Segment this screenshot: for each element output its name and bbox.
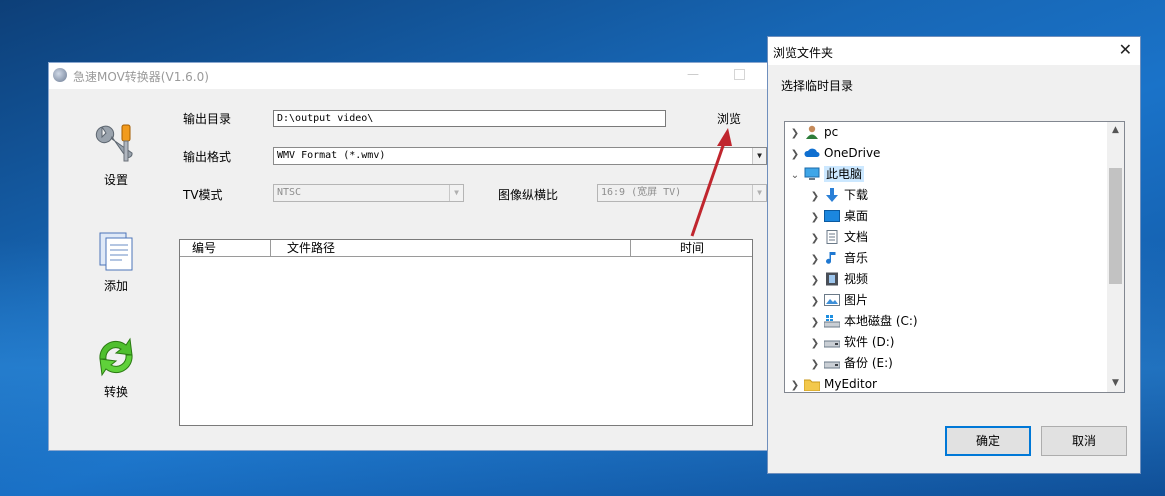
chevron-right-icon[interactable]: ❯ xyxy=(809,270,821,291)
convert-arrows-icon xyxy=(92,333,140,381)
convert-label: 转换 xyxy=(103,385,128,399)
tree-item-pc[interactable]: ❯ pc xyxy=(789,122,838,143)
tree-item-desktop[interactable]: ❯ 桌面 xyxy=(809,206,868,227)
tree-item-label: 软件 (D:) xyxy=(844,335,895,349)
chevron-down-icon[interactable]: ⌄ xyxy=(789,165,801,186)
add-button[interactable]: 添加 xyxy=(82,227,150,294)
tree-item-downloads[interactable]: ❯ 下载 xyxy=(809,185,868,206)
window-title: 急速MOV转换器(V1.6.0) xyxy=(73,70,209,84)
computer-icon xyxy=(804,167,820,181)
user-icon xyxy=(804,125,820,139)
output-format-label: 输出格式 xyxy=(183,150,232,164)
chevron-down-icon[interactable]: ▼ xyxy=(449,185,463,201)
mov-converter-window: 急速MOV转换器(V1.6.0) — 设置 添加 转换 输出目录 D:\outp… xyxy=(48,62,769,451)
tree-item-pictures[interactable]: ❯ 图片 xyxy=(809,290,868,311)
tree-item-label: 桌面 xyxy=(844,209,869,223)
tree-item-label: 备份 (E:) xyxy=(844,356,893,370)
tree-item-label: pc xyxy=(824,125,839,139)
system-drive-icon xyxy=(823,314,841,328)
browse-button[interactable]: 浏览 xyxy=(717,110,741,127)
chevron-right-icon[interactable]: ❯ xyxy=(809,354,821,375)
output-format-value: WMV Format (*.wmv) xyxy=(277,150,386,161)
tree-item-label: 文档 xyxy=(844,230,869,244)
tree-item-videos[interactable]: ❯ 视频 xyxy=(809,269,868,290)
tv-mode-value: NTSC xyxy=(277,187,302,198)
folder-tree[interactable]: ❯ pc ❯ OneDrive ⌄ 此电脑 ❯ 下载 ❯ 桌面 ❯ 文档 ❯ 音乐 ❯ 视频 ❯… xyxy=(784,121,1125,393)
cloud-icon xyxy=(804,146,820,160)
tree-item-label: MyEditor xyxy=(824,377,877,391)
tree-item-label: OneDrive xyxy=(824,146,881,160)
aspect-ratio-select[interactable]: 16:9 (宽屏 TV) ▼ xyxy=(597,184,767,202)
tree-item-onedrive[interactable]: ❯ OneDrive xyxy=(789,143,881,165)
ok-button[interactable]: 确定 xyxy=(945,426,1031,456)
dialog-title-bar[interactable]: 浏览文件夹 ✕ xyxy=(768,37,1140,65)
tree-scrollbar[interactable]: ▲ ▼ xyxy=(1107,122,1124,392)
chevron-down-icon[interactable]: ▼ xyxy=(752,185,766,201)
chevron-right-icon[interactable]: ❯ xyxy=(789,123,801,144)
desktop-icon xyxy=(824,209,840,223)
tree-item-label: 下载 xyxy=(844,188,869,202)
column-number[interactable]: 编号 xyxy=(180,240,271,256)
column-time[interactable]: 时间 xyxy=(631,240,753,256)
settings-label: 设置 xyxy=(103,173,128,187)
dialog-description: 选择临时目录 xyxy=(781,79,854,93)
folder-icon xyxy=(803,377,821,391)
tree-item-documents[interactable]: ❯ 文档 xyxy=(809,227,868,248)
chevron-right-icon[interactable]: ❯ xyxy=(809,249,821,270)
dialog-title: 浏览文件夹 xyxy=(773,46,834,60)
maximize-button[interactable] xyxy=(732,67,746,81)
settings-button[interactable]: 设置 xyxy=(82,121,150,188)
file-list-header: 编号 文件路径 时间 xyxy=(180,240,752,257)
tree-item-label: 视频 xyxy=(844,272,869,286)
tools-icon xyxy=(92,121,140,169)
documents-icon xyxy=(92,227,140,275)
tree-item-myeditor[interactable]: ❯ MyEditor xyxy=(789,374,877,392)
chevron-right-icon[interactable]: ❯ xyxy=(789,375,801,392)
picture-icon xyxy=(824,293,840,307)
aspect-ratio-value: 16:9 (宽屏 TV) xyxy=(601,187,682,198)
minimize-button[interactable]: — xyxy=(686,67,700,81)
output-dir-label: 输出目录 xyxy=(183,112,232,126)
chevron-down-icon[interactable]: ▼ xyxy=(752,148,766,164)
tree-item-label: 图片 xyxy=(844,293,869,307)
column-file-path[interactable]: 文件路径 xyxy=(271,240,631,256)
chevron-right-icon[interactable]: ❯ xyxy=(809,228,821,249)
drive-icon xyxy=(823,335,841,349)
video-icon xyxy=(824,272,840,286)
close-icon[interactable]: ✕ xyxy=(1119,41,1132,59)
aspect-ratio-label: 图像纵横比 xyxy=(498,188,559,202)
chevron-right-icon[interactable]: ❯ xyxy=(809,291,821,312)
output-format-select[interactable]: WMV Format (*.wmv) ▼ xyxy=(273,147,767,165)
tree-item-label: 本地磁盘 (C:) xyxy=(844,314,918,328)
chevron-right-icon[interactable]: ❯ xyxy=(809,333,821,354)
tv-mode-select[interactable]: NTSC ▼ xyxy=(273,184,464,202)
chevron-right-icon[interactable]: ❯ xyxy=(809,312,821,333)
scrollbar-thumb[interactable] xyxy=(1109,168,1122,284)
download-icon xyxy=(824,187,840,202)
scroll-down-icon[interactable]: ▼ xyxy=(1107,375,1124,392)
browse-folder-dialog: 浏览文件夹 ✕ 选择临时目录 ❯ pc ❯ OneDrive ⌄ 此电脑 ❯ 下载 ❯ 桌… xyxy=(767,36,1141,474)
tree-item-label: 此电脑 xyxy=(824,166,865,182)
output-dir-field[interactable]: D:\output video\ xyxy=(273,110,666,127)
tv-mode-label: TV模式 xyxy=(183,188,223,202)
add-label: 添加 xyxy=(103,279,128,293)
music-icon xyxy=(824,251,840,265)
title-bar[interactable]: 急速MOV转换器(V1.6.0) — xyxy=(49,63,768,89)
convert-button[interactable]: 转换 xyxy=(82,333,150,400)
app-icon xyxy=(53,68,67,82)
tree-item-this-pc[interactable]: ⌄ 此电脑 xyxy=(789,164,865,186)
chevron-right-icon[interactable]: ❯ xyxy=(809,207,821,228)
tree-item-label: 音乐 xyxy=(844,251,869,265)
tree-item-drive-c[interactable]: ❯ 本地磁盘 (C:) xyxy=(809,311,918,332)
tree-item-music[interactable]: ❯ 音乐 xyxy=(809,248,868,269)
chevron-right-icon[interactable]: ❯ xyxy=(809,186,821,207)
document-icon xyxy=(824,229,840,244)
tree-item-drive-d[interactable]: ❯ 软件 (D:) xyxy=(809,332,895,354)
drive-icon xyxy=(823,356,841,370)
file-list[interactable]: 编号 文件路径 时间 xyxy=(179,239,753,426)
chevron-right-icon[interactable]: ❯ xyxy=(789,144,801,165)
tree-item-drive-e[interactable]: ❯ 备份 (E:) xyxy=(809,353,893,374)
scroll-up-icon[interactable]: ▲ xyxy=(1107,122,1124,139)
cancel-button[interactable]: 取消 xyxy=(1041,426,1127,456)
